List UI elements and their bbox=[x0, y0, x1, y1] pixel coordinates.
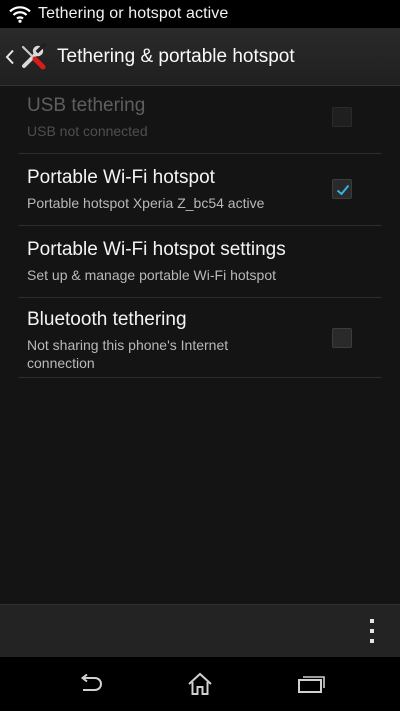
chevron-left-icon bbox=[4, 47, 16, 67]
home-icon[interactable] bbox=[180, 669, 220, 699]
usb-tethering-item: USB tethering USB not connected bbox=[18, 86, 382, 154]
wifi-hotspot-icon bbox=[8, 4, 32, 24]
recent-apps-icon[interactable] bbox=[291, 669, 331, 699]
navigation-bar bbox=[0, 657, 400, 711]
wifi-hotspot-checkbox[interactable] bbox=[332, 179, 352, 199]
bluetooth-tethering-summary-line1: Not sharing this phone's Internet bbox=[27, 337, 229, 353]
wifi-hotspot-settings-title: Portable Wi-Fi hotspot settings bbox=[27, 239, 286, 260]
wifi-hotspot-settings-item[interactable]: Portable Wi-Fi hotspot settings Set up &… bbox=[18, 226, 382, 298]
wifi-hotspot-item[interactable]: Portable Wi-Fi hotspot Portable hotspot … bbox=[18, 154, 382, 226]
bluetooth-tethering-checkbox[interactable] bbox=[332, 328, 352, 348]
bluetooth-tethering-title: Bluetooth tethering bbox=[27, 309, 187, 330]
bluetooth-tethering-item[interactable]: Bluetooth tethering Not sharing this pho… bbox=[18, 298, 382, 378]
tools-icon bbox=[17, 41, 49, 73]
back-icon[interactable] bbox=[70, 669, 110, 699]
wifi-hotspot-title: Portable Wi-Fi hotspot bbox=[27, 167, 215, 188]
preferences-list: USB tethering USB not connected Portable… bbox=[18, 86, 382, 378]
wifi-hotspot-settings-summary: Set up & manage portable Wi-Fi hotspot bbox=[27, 267, 277, 283]
notification-text: Tethering or hotspot active bbox=[38, 5, 229, 22]
usb-tethering-checkbox bbox=[332, 107, 352, 127]
split-action-bar bbox=[0, 604, 400, 657]
action-bar: Tethering & portable hotspot bbox=[0, 28, 400, 86]
usb-tethering-title: USB tethering bbox=[27, 95, 146, 116]
checkmark-icon bbox=[336, 184, 350, 196]
screen: Tethering or hotspot active Tethering & … bbox=[0, 0, 400, 711]
up-navigation-button[interactable] bbox=[0, 28, 49, 85]
wifi-hotspot-summary: Portable hotspot Xperia Z_bc54 active bbox=[27, 195, 265, 211]
usb-tethering-summary: USB not connected bbox=[27, 123, 148, 139]
bluetooth-tethering-summary-line2: connection bbox=[27, 355, 95, 371]
overflow-menu-icon[interactable] bbox=[368, 619, 376, 643]
status-bar[interactable]: Tethering or hotspot active bbox=[0, 0, 400, 28]
page-title: Tethering & portable hotspot bbox=[57, 45, 295, 67]
